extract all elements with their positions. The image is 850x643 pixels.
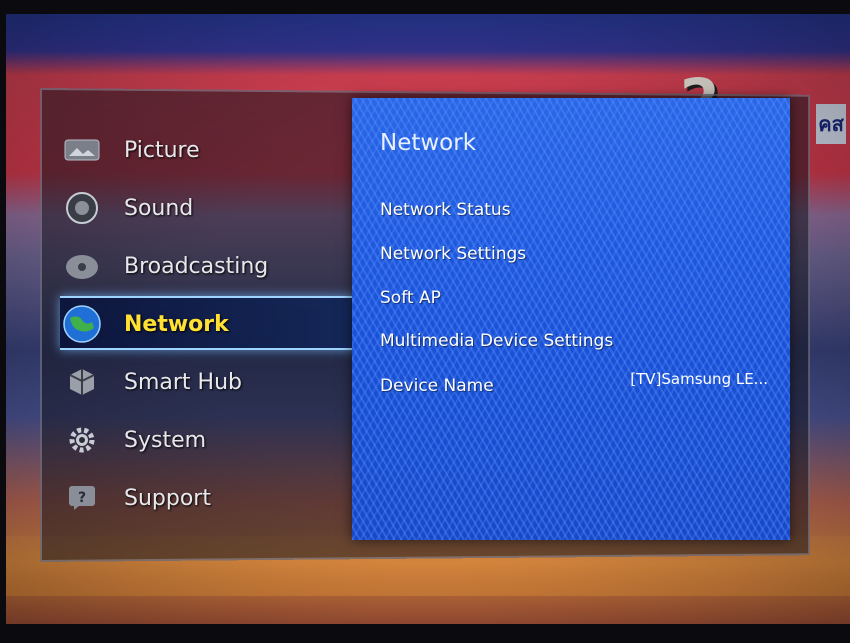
sidebar-item-network[interactable]: Network [50,302,350,346]
device-name-value: [TV]Samsung LE... [630,370,768,388]
network-submenu-panel: Network Network Status Network Settings … [352,98,790,540]
menu-item-network-status[interactable]: Network Status [380,200,511,220]
sidebar-item-system[interactable]: System [50,418,350,462]
sidebar-item-label: Network [124,312,229,337]
sidebar-item-broadcasting[interactable]: Broadcasting [50,244,350,288]
svg-text:?: ? [78,490,86,506]
gear-icon [62,420,102,460]
sidebar-item-label: Broadcasting [124,254,268,279]
menu-item-network-settings[interactable]: Network Settings [380,244,526,264]
sidebar-item-label: Support [124,486,211,511]
sidebar-item-label: Smart Hub [124,370,242,395]
submenu-title: Network [380,130,476,156]
sidebar-item-label: Picture [124,138,200,163]
sidebar-item-label: System [124,428,206,453]
globe-icon [62,304,102,344]
menu-item-soft-ap[interactable]: Soft AP [380,288,441,308]
help-icon: ? [62,478,102,518]
sidebar-item-picture[interactable]: Picture [50,128,350,172]
sidebar-item-support[interactable]: ? Support [50,476,350,520]
sidebar-item-label: Sound [124,196,193,221]
broadcasting-icon [62,246,102,286]
menu-item-device-name[interactable]: Device Name [380,376,494,396]
picture-icon [62,130,102,170]
sidebar-item-smart-hub[interactable]: Smart Hub [50,360,350,404]
sidebar-item-sound[interactable]: Sound [50,186,350,230]
sound-icon [62,188,102,228]
channel-tag: คส [816,104,846,144]
menu-item-multimedia-device-settings[interactable]: Multimedia Device Settings [380,331,613,351]
smart-hub-icon [62,362,102,402]
